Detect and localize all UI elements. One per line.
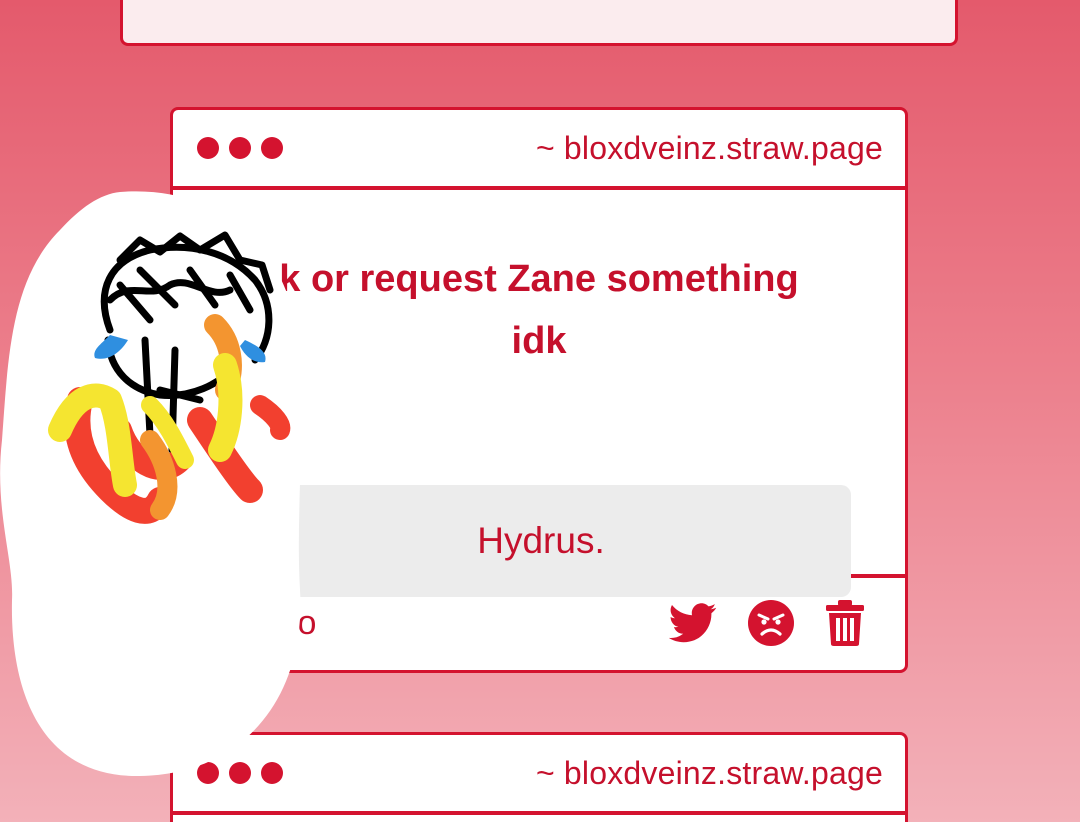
question-line: idk — [511, 320, 567, 362]
card-body: k or request Zane something idk Hydrus. — [173, 190, 905, 597]
card-actions — [669, 599, 865, 647]
window-dot — [197, 762, 219, 784]
site-link[interactable]: ~ bloxdveinz.straw.page — [536, 130, 883, 167]
window-dot — [229, 762, 251, 784]
window-dot — [197, 137, 219, 159]
question-text: k or request Zane something idk — [173, 248, 905, 372]
question-line: k or request Zane something — [279, 258, 799, 300]
next-card: ~ bloxdveinz.straw.page — [170, 732, 908, 822]
card-header: ~ bloxdveinz.straw.page — [173, 110, 905, 190]
answer-box: Hydrus. — [231, 485, 851, 597]
trash-icon[interactable] — [825, 599, 865, 647]
window-dot — [261, 137, 283, 159]
window-dot — [229, 137, 251, 159]
timestamp: urs ago — [203, 603, 317, 642]
window-dots — [197, 762, 283, 784]
question-card: ~ bloxdveinz.straw.page k or request Zan… — [170, 107, 908, 673]
site-link[interactable]: ~ bloxdveinz.straw.page — [536, 755, 883, 792]
previous-card — [120, 0, 958, 46]
window-dot — [261, 762, 283, 784]
window-dots — [197, 137, 283, 159]
twitter-icon[interactable] — [669, 603, 717, 643]
card-header: ~ bloxdveinz.straw.page — [173, 735, 905, 815]
angry-face-icon[interactable] — [747, 599, 795, 647]
answer-text: Hydrus. — [477, 520, 605, 561]
